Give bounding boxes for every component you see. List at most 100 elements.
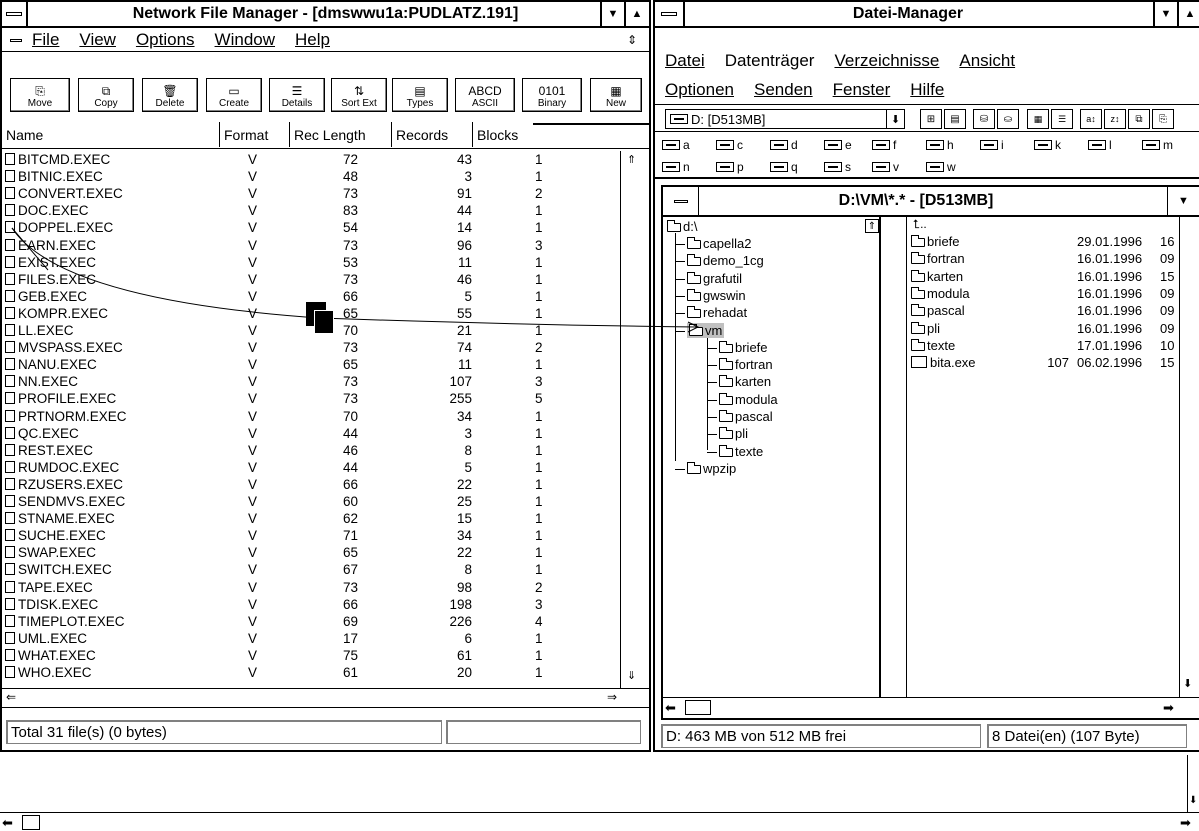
table-row[interactable]: NN.EXEC V 73 107 3: [2, 373, 620, 390]
table-row[interactable]: SWAP.EXEC V 65 22 1: [2, 544, 620, 561]
doc-system-menu-button[interactable]: [8, 32, 24, 48]
list-item[interactable]: fortran 16.01.1996 09: [911, 251, 1199, 267]
title-bar[interactable]: Network File Manager - [dmswwu1a:PUDLATZ…: [2, 2, 649, 28]
menu-hilfe[interactable]: Hilfe: [910, 80, 944, 100]
minimize-button[interactable]: ▼: [600, 2, 624, 26]
list-item[interactable]: pli 16.01.1996 09: [911, 321, 1199, 337]
drive-dropdown[interactable]: D: [D513MB] ⬇: [665, 109, 905, 129]
menu-optionen[interactable]: Optionen: [665, 80, 734, 100]
copy-button[interactable]: ⧉ Copy: [78, 78, 134, 112]
scroll-thumb[interactable]: [685, 700, 711, 715]
tree-scroll-up-arrow[interactable]: ⇑: [865, 219, 879, 233]
move-icon[interactable]: ⎘: [1152, 109, 1174, 129]
menu-view[interactable]: View: [79, 30, 116, 50]
drive-c-button[interactable]: c: [713, 137, 746, 153]
scroll-down-arrow[interactable]: ⇓: [627, 669, 636, 682]
drive-n-button[interactable]: n: [659, 159, 693, 175]
drive-a-button[interactable]: a: [659, 137, 693, 153]
desktop-horizontal-scrollbar[interactable]: ⬅ ➡: [0, 812, 1199, 831]
table-row[interactable]: DOC.EXEC V 83 44 1: [2, 202, 620, 219]
drive-l-button[interactable]: l: [1085, 137, 1115, 153]
list-item[interactable]: briefe 29.01.1996 16: [911, 234, 1199, 250]
drive-p-button[interactable]: p: [713, 159, 747, 175]
tree-item-pli[interactable]: pli: [719, 426, 748, 441]
table-row[interactable]: EARN.EXEC V 73 96 3: [2, 237, 620, 254]
scroll-up-arrow[interactable]: ⇑: [627, 153, 636, 166]
table-row[interactable]: WHO.EXEC V 61 20 1: [2, 664, 620, 681]
drive-s-button[interactable]: s: [821, 159, 854, 175]
table-row[interactable]: QC.EXEC V 44 3 1: [2, 425, 620, 442]
maximize-button[interactable]: ▲: [624, 2, 648, 26]
desktop-vertical-scrollbar[interactable]: ⬇: [1187, 755, 1199, 812]
tree-item-gwswin[interactable]: gwswin: [687, 288, 746, 303]
table-row[interactable]: SWITCH.EXEC V 67 8 1: [2, 561, 620, 578]
system-menu-button[interactable]: [2, 2, 28, 26]
menu-datentraeger[interactable]: Datenträger: [725, 51, 815, 71]
col-rec-length[interactable]: Rec Length: [290, 122, 392, 147]
desktop-scroll-right-arrow[interactable]: ➡: [1180, 815, 1191, 831]
copy-icon[interactable]: ⧉: [1128, 109, 1150, 129]
tree-item-capella2[interactable]: capella2: [687, 236, 751, 251]
table-row[interactable]: NANU.EXEC V 65 11 1: [2, 356, 620, 373]
dropdown-arrow-icon[interactable]: ⬇: [886, 110, 904, 128]
list-item[interactable]: karten 16.01.1996 15: [911, 269, 1199, 285]
table-row[interactable]: CONVERT.EXEC V 73 91 2: [2, 185, 620, 202]
parent-dir-entry[interactable]: ⮤..: [913, 217, 927, 232]
tree-item-briefe[interactable]: briefe: [719, 340, 768, 355]
col-format[interactable]: Format: [220, 122, 290, 147]
drive-m-button[interactable]: m: [1139, 137, 1176, 153]
disconnect-drive-icon[interactable]: ⛀: [997, 109, 1019, 129]
table-row[interactable]: TDISK.EXEC V 66 198 3: [2, 596, 620, 613]
title-bar[interactable]: Datei-Manager: [655, 2, 1199, 28]
drive-w-button[interactable]: w: [923, 159, 959, 175]
tree-item-modula[interactable]: modula: [719, 392, 778, 407]
table-row[interactable]: STNAME.EXEC V 62 15 1: [2, 510, 620, 527]
col-records[interactable]: Records: [392, 122, 473, 147]
restore-button[interactable]: ⇕: [621, 30, 643, 50]
details-button[interactable]: ☰ Details: [269, 78, 325, 112]
desktop-scroll-thumb[interactable]: [22, 815, 40, 830]
table-row[interactable]: TAPE.EXEC V 73 98 2: [2, 579, 620, 596]
list-item[interactable]: texte 17.01.1996 10: [911, 338, 1199, 354]
child-system-menu-button[interactable]: [663, 187, 699, 215]
table-row[interactable]: DOPPEL.EXEC V 54 14 1: [2, 219, 620, 236]
dir-view-icon[interactable]: ▤: [944, 109, 966, 129]
menu-verzeichnisse[interactable]: Verzeichnisse: [834, 51, 939, 71]
menu-datei[interactable]: Datei: [665, 51, 705, 71]
ascii-button[interactable]: ABCD ASCII: [455, 78, 515, 112]
sort-name-icon[interactable]: a↕: [1080, 109, 1102, 129]
menu-options[interactable]: Options: [136, 30, 195, 50]
table-row[interactable]: RZUSERS.EXEC V 66 22 1: [2, 476, 620, 493]
drive-d-button[interactable]: d: [767, 137, 801, 153]
menu-fenster[interactable]: Fenster: [833, 80, 891, 100]
tree-item-fortran[interactable]: fortran: [719, 357, 773, 372]
maximize-button[interactable]: ▲: [1177, 2, 1199, 26]
menu-file[interactable]: File: [32, 30, 59, 50]
new-button[interactable]: ▦ New: [590, 78, 642, 112]
pane-split[interactable]: [881, 217, 907, 697]
table-row[interactable]: WHAT.EXEC V 75 61 1: [2, 647, 620, 664]
tree-view-icon[interactable]: ⊞: [920, 109, 942, 129]
desktop-scroll-down-arrow[interactable]: ⬇: [1189, 795, 1197, 806]
connect-drive-icon[interactable]: ⛁: [973, 109, 995, 129]
table-row[interactable]: BITCMD.EXEC V 72 43 1: [2, 151, 620, 168]
tree-item-demo_1cg[interactable]: demo_1cg: [687, 253, 764, 268]
table-row[interactable]: PRTNORM.EXEC V 70 34 1: [2, 408, 620, 425]
tree-item-vm[interactable]: vm: [687, 322, 725, 338]
drive-e-button[interactable]: e: [821, 137, 855, 153]
system-menu-button[interactable]: [655, 2, 685, 26]
sort-type-icon[interactable]: z↕: [1104, 109, 1126, 129]
table-row[interactable]: SENDMVS.EXEC V 60 25 1: [2, 493, 620, 510]
drive-q-button[interactable]: q: [767, 159, 801, 175]
table-row[interactable]: UML.EXEC V 17 6 1: [2, 630, 620, 647]
tree-item-rehadat[interactable]: rehadat: [687, 305, 747, 320]
tree-root[interactable]: d:\: [667, 219, 697, 234]
table-row[interactable]: BITNIC.EXEC V 48 3 1: [2, 168, 620, 185]
drive-f-button[interactable]: f: [869, 137, 900, 153]
child-minimize-button[interactable]: ▼: [1167, 187, 1199, 215]
sort-ext-button[interactable]: ⇅ Sort Ext: [331, 78, 387, 112]
vertical-scrollbar[interactable]: ⇑ ⇓: [620, 151, 649, 688]
large-icons-icon[interactable]: ▦: [1027, 109, 1049, 129]
file-pane-scrollbar[interactable]: ⬇: [1179, 217, 1199, 697]
scroll-down-arrow[interactable]: ⬇: [1183, 677, 1192, 690]
